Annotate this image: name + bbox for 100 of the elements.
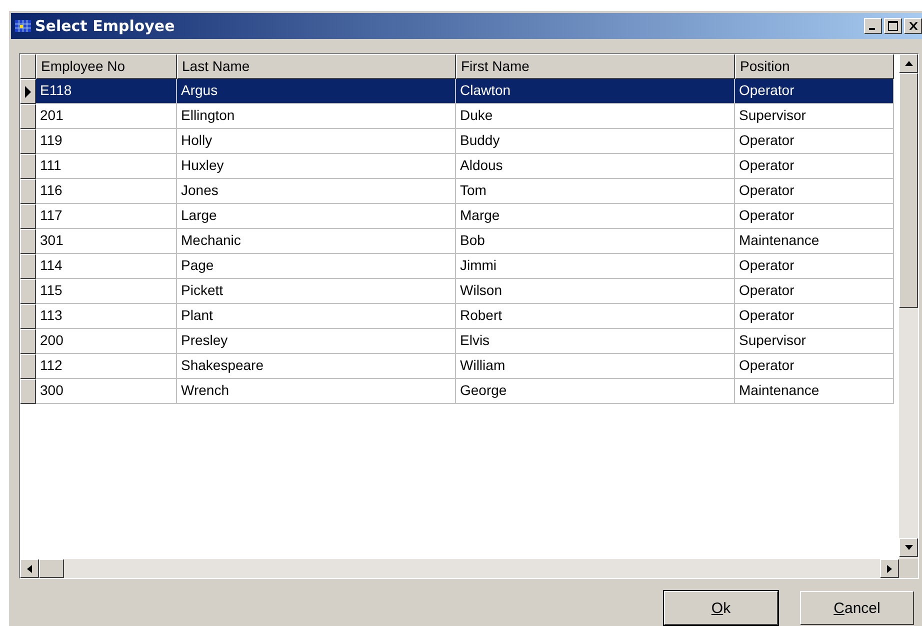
table-cell: Operator: [735, 254, 894, 279]
table-cell: Duke: [456, 104, 735, 129]
column-header[interactable]: First Name: [456, 54, 735, 79]
scroll-thumb[interactable]: [899, 73, 918, 308]
right-arrow-icon: [887, 564, 892, 572]
scroll-right-button[interactable]: [880, 559, 899, 578]
table-cell: 301: [36, 229, 177, 254]
minimize-button[interactable]: [864, 18, 882, 34]
scroll-left-button[interactable]: [20, 559, 39, 578]
table-cell: Operator: [735, 129, 894, 154]
close-button[interactable]: [904, 18, 922, 34]
table-cell: George: [456, 379, 735, 404]
table-cell: Buddy: [456, 129, 735, 154]
table-cell: 116: [36, 179, 177, 204]
table-cell: Operator: [735, 154, 894, 179]
scroll-up-button[interactable]: [899, 54, 918, 73]
row-selector[interactable]: [20, 279, 36, 304]
row-selector[interactable]: [20, 129, 36, 154]
table-cell: Operator: [735, 354, 894, 379]
table-row[interactable]: 116 Jones Tom Operator: [20, 179, 899, 204]
window-title: Select Employee: [35, 17, 176, 35]
scrollbar-corner: [899, 559, 918, 578]
table-cell: Aldous: [456, 154, 735, 179]
table-row[interactable]: 119 Holly Buddy Operator: [20, 129, 899, 154]
table-cell: 201: [36, 104, 177, 129]
table-cell: Elvis: [456, 329, 735, 354]
row-selector[interactable]: [20, 379, 36, 404]
row-selector[interactable]: [20, 254, 36, 279]
maximize-button[interactable]: [884, 18, 902, 34]
table-row[interactable]: 301 Mechanic Bob Maintenance: [20, 229, 899, 254]
table-cell: Jimmi: [456, 254, 735, 279]
row-selector[interactable]: [20, 204, 36, 229]
table-row[interactable]: 117 Large Marge Operator: [20, 204, 899, 229]
table-cell: 113: [36, 304, 177, 329]
table-cell: Operator: [735, 304, 894, 329]
table-cell: Robert: [456, 304, 735, 329]
ok-button[interactable]: Ok: [664, 591, 778, 625]
row-selector[interactable]: [20, 304, 36, 329]
current-row-icon: [25, 86, 31, 98]
row-selector[interactable]: [20, 154, 36, 179]
table-cell: Operator: [735, 79, 894, 104]
row-selector[interactable]: [20, 229, 36, 254]
row-selector[interactable]: [20, 104, 36, 129]
table-cell: Shakespeare: [177, 354, 456, 379]
scroll-thumb[interactable]: [39, 559, 64, 578]
table-cell: E118: [36, 79, 177, 104]
table-row[interactable]: 115 Pickett Wilson Operator: [20, 279, 899, 304]
row-selector[interactable]: [20, 79, 36, 104]
column-header[interactable]: Last Name: [177, 54, 456, 79]
table-row[interactable]: 201 Ellington Duke Supervisor: [20, 104, 899, 129]
table-cell: Supervisor: [735, 329, 894, 354]
table-cell: Operator: [735, 179, 894, 204]
maximize-icon: [888, 21, 898, 31]
table-row[interactable]: 113 Plant Robert Operator: [20, 304, 899, 329]
table-cell: 112: [36, 354, 177, 379]
table-cell: Huxley: [177, 154, 456, 179]
up-arrow-icon: [904, 61, 912, 66]
table-cell: Marge: [456, 204, 735, 229]
table-cell: Argus: [177, 79, 456, 104]
table-row[interactable]: 200 Presley Elvis Supervisor: [20, 329, 899, 354]
table-cell: Plant: [177, 304, 456, 329]
cancel-button[interactable]: Cancel: [800, 591, 914, 625]
table-cell: 117: [36, 204, 177, 229]
row-selector[interactable]: [20, 329, 36, 354]
table-cell: Supervisor: [735, 104, 894, 129]
table-cell: William: [456, 354, 735, 379]
table-cell: Page: [177, 254, 456, 279]
table-cell: Operator: [735, 279, 894, 304]
table-cell: Ellington: [177, 104, 456, 129]
table-row[interactable]: 112 Shakespeare William Operator: [20, 354, 899, 379]
table-row[interactable]: 114 Page Jimmi Operator: [20, 254, 899, 279]
table-cell: Holly: [177, 129, 456, 154]
table-cell: Tom: [456, 179, 735, 204]
table-cell: 114: [36, 254, 177, 279]
vertical-scrollbar[interactable]: [899, 54, 918, 559]
table-cell: Wrench: [177, 379, 456, 404]
table-row[interactable]: 300 Wrench George Maintenance: [20, 379, 899, 404]
left-arrow-icon: [27, 564, 32, 572]
table-cell: Presley: [177, 329, 456, 354]
table-cell: 119: [36, 129, 177, 154]
table-cell: Wilson: [456, 279, 735, 304]
horizontal-scrollbar[interactable]: [20, 559, 918, 578]
table-cell: Pickett: [177, 279, 456, 304]
table-cell: Bob: [456, 229, 735, 254]
table-cell: Operator: [735, 204, 894, 229]
table-cell: 115: [36, 279, 177, 304]
row-selector[interactable]: [20, 354, 36, 379]
table-cell: Maintenance: [735, 229, 894, 254]
column-header[interactable]: Position: [735, 54, 894, 79]
table-cell: 111: [36, 154, 177, 179]
table-cell: Clawton: [456, 79, 735, 104]
table-row[interactable]: E118 Argus Clawton Operator: [20, 79, 899, 104]
scroll-down-button[interactable]: [899, 538, 918, 557]
close-icon: [908, 22, 918, 30]
column-header[interactable]: Employee No: [36, 54, 177, 79]
row-selector[interactable]: [20, 179, 36, 204]
table-cell: 200: [36, 329, 177, 354]
table-row[interactable]: 111 Huxley Aldous Operator: [20, 154, 899, 179]
table-cell: Maintenance: [735, 379, 894, 404]
table-cell: 300: [36, 379, 177, 404]
